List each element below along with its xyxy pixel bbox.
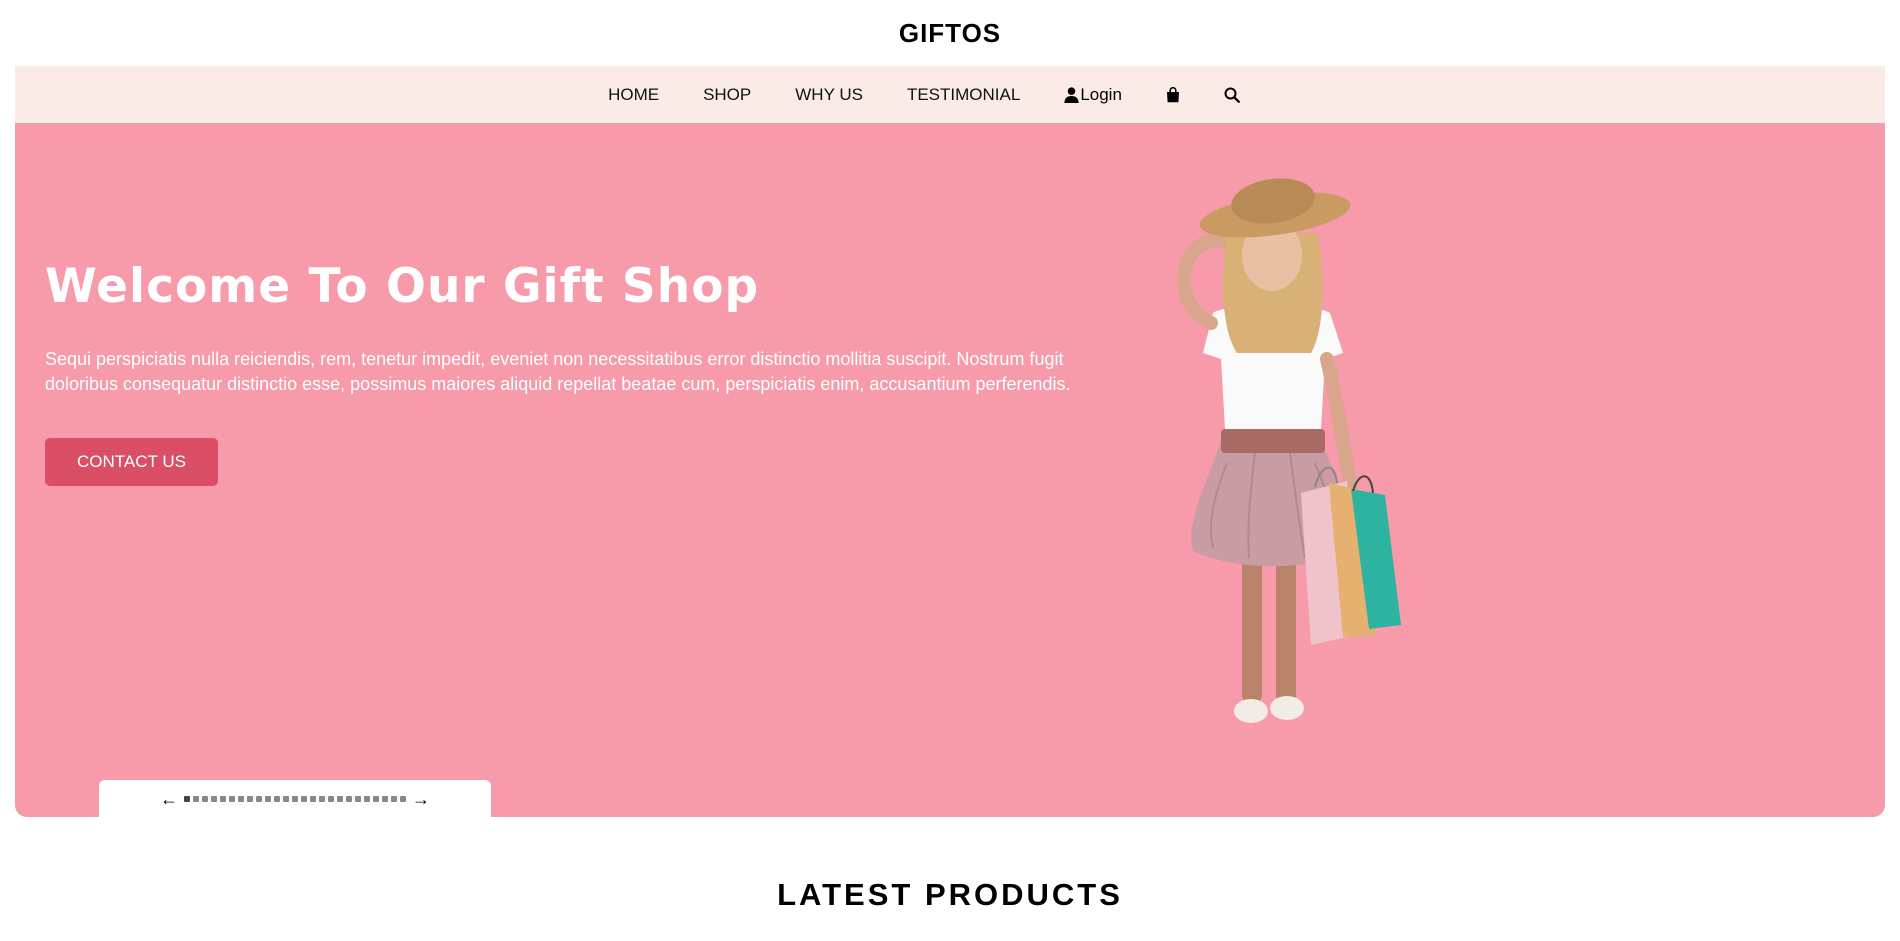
carousel-indicator[interactable]: [400, 795, 406, 802]
cart-button[interactable]: [1166, 86, 1180, 103]
carousel-indicators: [184, 795, 406, 802]
carousel-indicator[interactable]: [256, 795, 262, 802]
search-icon: [1224, 87, 1240, 103]
carousel-indicator[interactable]: [391, 795, 397, 802]
login-link[interactable]: Login: [1064, 85, 1122, 105]
carousel-indicator[interactable]: [382, 795, 388, 802]
arrow-left-icon[interactable]: ←: [160, 790, 178, 808]
latest-products-heading: LATEST PRODUCTS: [777, 877, 1123, 912]
carousel-indicator[interactable]: [184, 795, 190, 802]
carousel-indicator[interactable]: [328, 795, 334, 802]
carousel-indicator[interactable]: [193, 795, 199, 802]
carousel-indicator[interactable]: [202, 795, 208, 802]
carousel-indicator[interactable]: [283, 795, 289, 802]
user-icon: [1064, 86, 1080, 103]
hero-title: Welcome To Our Gift Shop: [45, 259, 760, 314]
hero-slider: Welcome To Our Gift Shop Sequi perspicia…: [15, 123, 1885, 817]
nav-menu: HOME SHOP WHY US TESTIMONIAL Login: [586, 85, 1262, 105]
contact-us-button[interactable]: CONTACT US: [45, 438, 218, 486]
carousel-indicator[interactable]: [373, 795, 379, 802]
carousel-indicator[interactable]: [247, 795, 253, 802]
hero-image: [1176, 178, 1401, 723]
carousel-indicator[interactable]: [220, 795, 226, 802]
brand-logo[interactable]: GIFTOS: [899, 18, 1001, 49]
nav-item-shop[interactable]: SHOP: [703, 85, 751, 105]
nav-item-home[interactable]: HOME: [608, 85, 659, 105]
carousel-indicator[interactable]: [265, 795, 271, 802]
carousel-indicator[interactable]: [229, 795, 235, 802]
carousel-indicator[interactable]: [292, 795, 298, 802]
carousel-indicator[interactable]: [274, 795, 280, 802]
carousel-indicator[interactable]: [211, 795, 217, 802]
carousel-indicator[interactable]: [364, 795, 370, 802]
carousel-indicator[interactable]: [337, 795, 343, 802]
shopping-bag-icon: [1166, 86, 1179, 102]
carousel-indicator[interactable]: [310, 795, 316, 802]
carousel-indicator[interactable]: [346, 795, 352, 802]
hero-description: Sequi perspiciatis nulla reiciendis, rem…: [45, 349, 1071, 394]
main-navbar: HOME SHOP WHY US TESTIMONIAL Login: [15, 66, 1885, 123]
carousel-controls: ← →: [99, 780, 491, 817]
search-button[interactable]: [1224, 87, 1240, 103]
nav-item-why-us[interactable]: WHY US: [795, 85, 863, 105]
carousel-indicator[interactable]: [355, 795, 361, 802]
carousel-indicator[interactable]: [301, 795, 307, 802]
nav-item-testimonial[interactable]: TESTIMONIAL: [907, 85, 1020, 105]
carousel-indicator[interactable]: [238, 795, 244, 802]
brand-header: GIFTOS: [0, 0, 1900, 66]
login-label: Login: [1080, 84, 1122, 104]
arrow-right-icon[interactable]: →: [412, 790, 430, 808]
carousel-indicator[interactable]: [319, 795, 325, 802]
